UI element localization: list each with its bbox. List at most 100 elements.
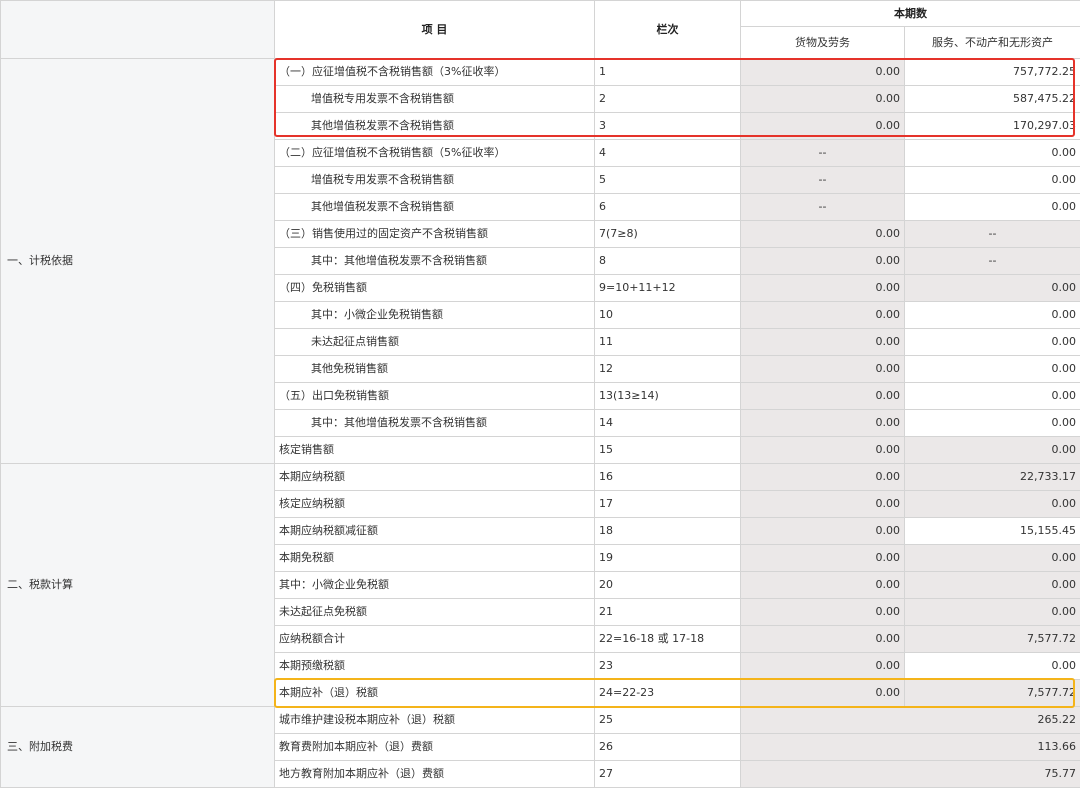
row-col: 23 (595, 653, 741, 680)
section-surcharges: 三、附加税费 (1, 707, 275, 788)
goods-value[interactable]: 0.00 (741, 626, 905, 653)
row-item: 其中：其他增值税发票不含税销售额 (275, 248, 595, 275)
goods-value[interactable]: 0.00 (741, 302, 905, 329)
services-value[interactable]: 0.00 (905, 545, 1080, 572)
goods-value[interactable]: 0.00 (741, 572, 905, 599)
row-item: 本期应纳税额减征额 (275, 518, 595, 545)
surcharge-value[interactable]: 113.66 (741, 734, 1080, 761)
row-col: 5 (595, 167, 741, 194)
services-value[interactable]: 0.00 (905, 167, 1080, 194)
row-col: 3 (595, 113, 741, 140)
goods-value[interactable]: 0.00 (741, 545, 905, 572)
row-col: 7(7≥8) (595, 221, 741, 248)
row-col: 9=10+11+12 (595, 275, 741, 302)
services-value[interactable]: 0.00 (905, 599, 1080, 626)
row-col: 8 (595, 248, 741, 275)
surcharge-value[interactable]: 75.77 (741, 761, 1080, 788)
header-services: 服务、不动产和无形资产 (905, 27, 1080, 59)
row-col: 13(13≥14) (595, 383, 741, 410)
services-value: -- (905, 248, 1080, 275)
goods-value[interactable]: 0.00 (741, 599, 905, 626)
goods-value[interactable]: 0.00 (741, 410, 905, 437)
row-item: 应纳税额合计 (275, 626, 595, 653)
services-value[interactable]: 0.00 (905, 410, 1080, 437)
row-col: 14 (595, 410, 741, 437)
services-value[interactable]: 22,733.17 (905, 464, 1080, 491)
services-value[interactable]: 0.00 (905, 491, 1080, 518)
goods-value[interactable]: 0.00 (741, 464, 905, 491)
services-value[interactable]: 0.00 (905, 194, 1080, 221)
goods-value[interactable]: 0.00 (741, 329, 905, 356)
row-col: 22=16-18 或 17-18 (595, 626, 741, 653)
goods-value[interactable]: 0.00 (741, 491, 905, 518)
services-value[interactable]: 757,772.25 (905, 59, 1080, 86)
header-item: 项 目 (275, 1, 595, 59)
goods-value[interactable]: 0.00 (741, 653, 905, 680)
surcharge-value[interactable]: 265.22 (741, 707, 1080, 734)
row-item: 其中：小微企业免税销售额 (275, 302, 595, 329)
row-item: 其他增值税发票不含税销售额 (275, 194, 595, 221)
services-value[interactable]: 0.00 (905, 275, 1080, 302)
goods-value[interactable]: 0.00 (741, 437, 905, 464)
row-item: 未达起征点免税额 (275, 599, 595, 626)
goods-value[interactable]: 0.00 (741, 221, 905, 248)
row-col: 19 (595, 545, 741, 572)
row-col: 6 (595, 194, 741, 221)
services-value[interactable]: 0.00 (905, 140, 1080, 167)
row-col: 27 (595, 761, 741, 788)
services-value[interactable]: 587,475.22 (905, 86, 1080, 113)
row-col: 17 (595, 491, 741, 518)
row-item: （三）销售使用过的固定资产不含税销售额 (275, 221, 595, 248)
row-item: 本期应纳税额 (275, 464, 595, 491)
services-value[interactable]: 15,155.45 (905, 518, 1080, 545)
goods-value[interactable]: 0.00 (741, 356, 905, 383)
services-value: -- (905, 221, 1080, 248)
services-value[interactable]: 0.00 (905, 302, 1080, 329)
services-value[interactable]: 170,297.03 (905, 113, 1080, 140)
goods-value[interactable]: 0.00 (741, 86, 905, 113)
services-value[interactable]: 0.00 (905, 383, 1080, 410)
services-value[interactable]: 0.00 (905, 572, 1080, 599)
row-col: 12 (595, 356, 741, 383)
row-col: 2 (595, 86, 741, 113)
goods-value: -- (741, 167, 905, 194)
goods-value[interactable]: 0.00 (741, 59, 905, 86)
row-item: 教育费附加本期应补（退）费额 (275, 734, 595, 761)
goods-value[interactable]: 0.00 (741, 275, 905, 302)
services-value[interactable]: 7,577.72 (905, 626, 1080, 653)
goods-value[interactable]: 0.00 (741, 248, 905, 275)
header-goods: 货物及劳务 (741, 27, 905, 59)
tax-declaration-table: 项 目 栏次 本期数 货物及劳务 服务、不动产和无形资产 一、计税依据 （一）应… (0, 0, 1080, 788)
header-col: 栏次 (595, 1, 741, 59)
services-value[interactable]: 0.00 (905, 653, 1080, 680)
row-col: 16 (595, 464, 741, 491)
row-item: （五）出口免税销售额 (275, 383, 595, 410)
row-item: 其中：小微企业免税额 (275, 572, 595, 599)
goods-value[interactable]: 0.00 (741, 680, 905, 707)
row-item: 城市维护建设税本期应补（退）税额 (275, 707, 595, 734)
row-col: 24=22-23 (595, 680, 741, 707)
row-item: （二）应征增值税不含税销售额（5%征收率） (275, 140, 595, 167)
header-period: 本期数 (741, 1, 1080, 27)
row-col: 11 (595, 329, 741, 356)
goods-value[interactable]: 0.00 (741, 383, 905, 410)
goods-value[interactable]: 0.00 (741, 113, 905, 140)
section-tax-calculation: 二、税款计算 (1, 464, 275, 707)
row-col: 26 (595, 734, 741, 761)
row-col: 25 (595, 707, 741, 734)
services-value[interactable]: 0.00 (905, 329, 1080, 356)
services-value[interactable]: 7,577.72 (905, 680, 1080, 707)
row-item: 本期应补（退）税额 (275, 680, 595, 707)
row-item: （四）免税销售额 (275, 275, 595, 302)
goods-value[interactable]: 0.00 (741, 518, 905, 545)
services-value[interactable]: 0.00 (905, 437, 1080, 464)
row-col: 10 (595, 302, 741, 329)
row-item: 其他免税销售额 (275, 356, 595, 383)
row-item: 未达起征点销售额 (275, 329, 595, 356)
row-item: 本期预缴税额 (275, 653, 595, 680)
row-col: 21 (595, 599, 741, 626)
goods-value: -- (741, 194, 905, 221)
services-value[interactable]: 0.00 (905, 356, 1080, 383)
row-col: 1 (595, 59, 741, 86)
row-item: 核定应纳税额 (275, 491, 595, 518)
